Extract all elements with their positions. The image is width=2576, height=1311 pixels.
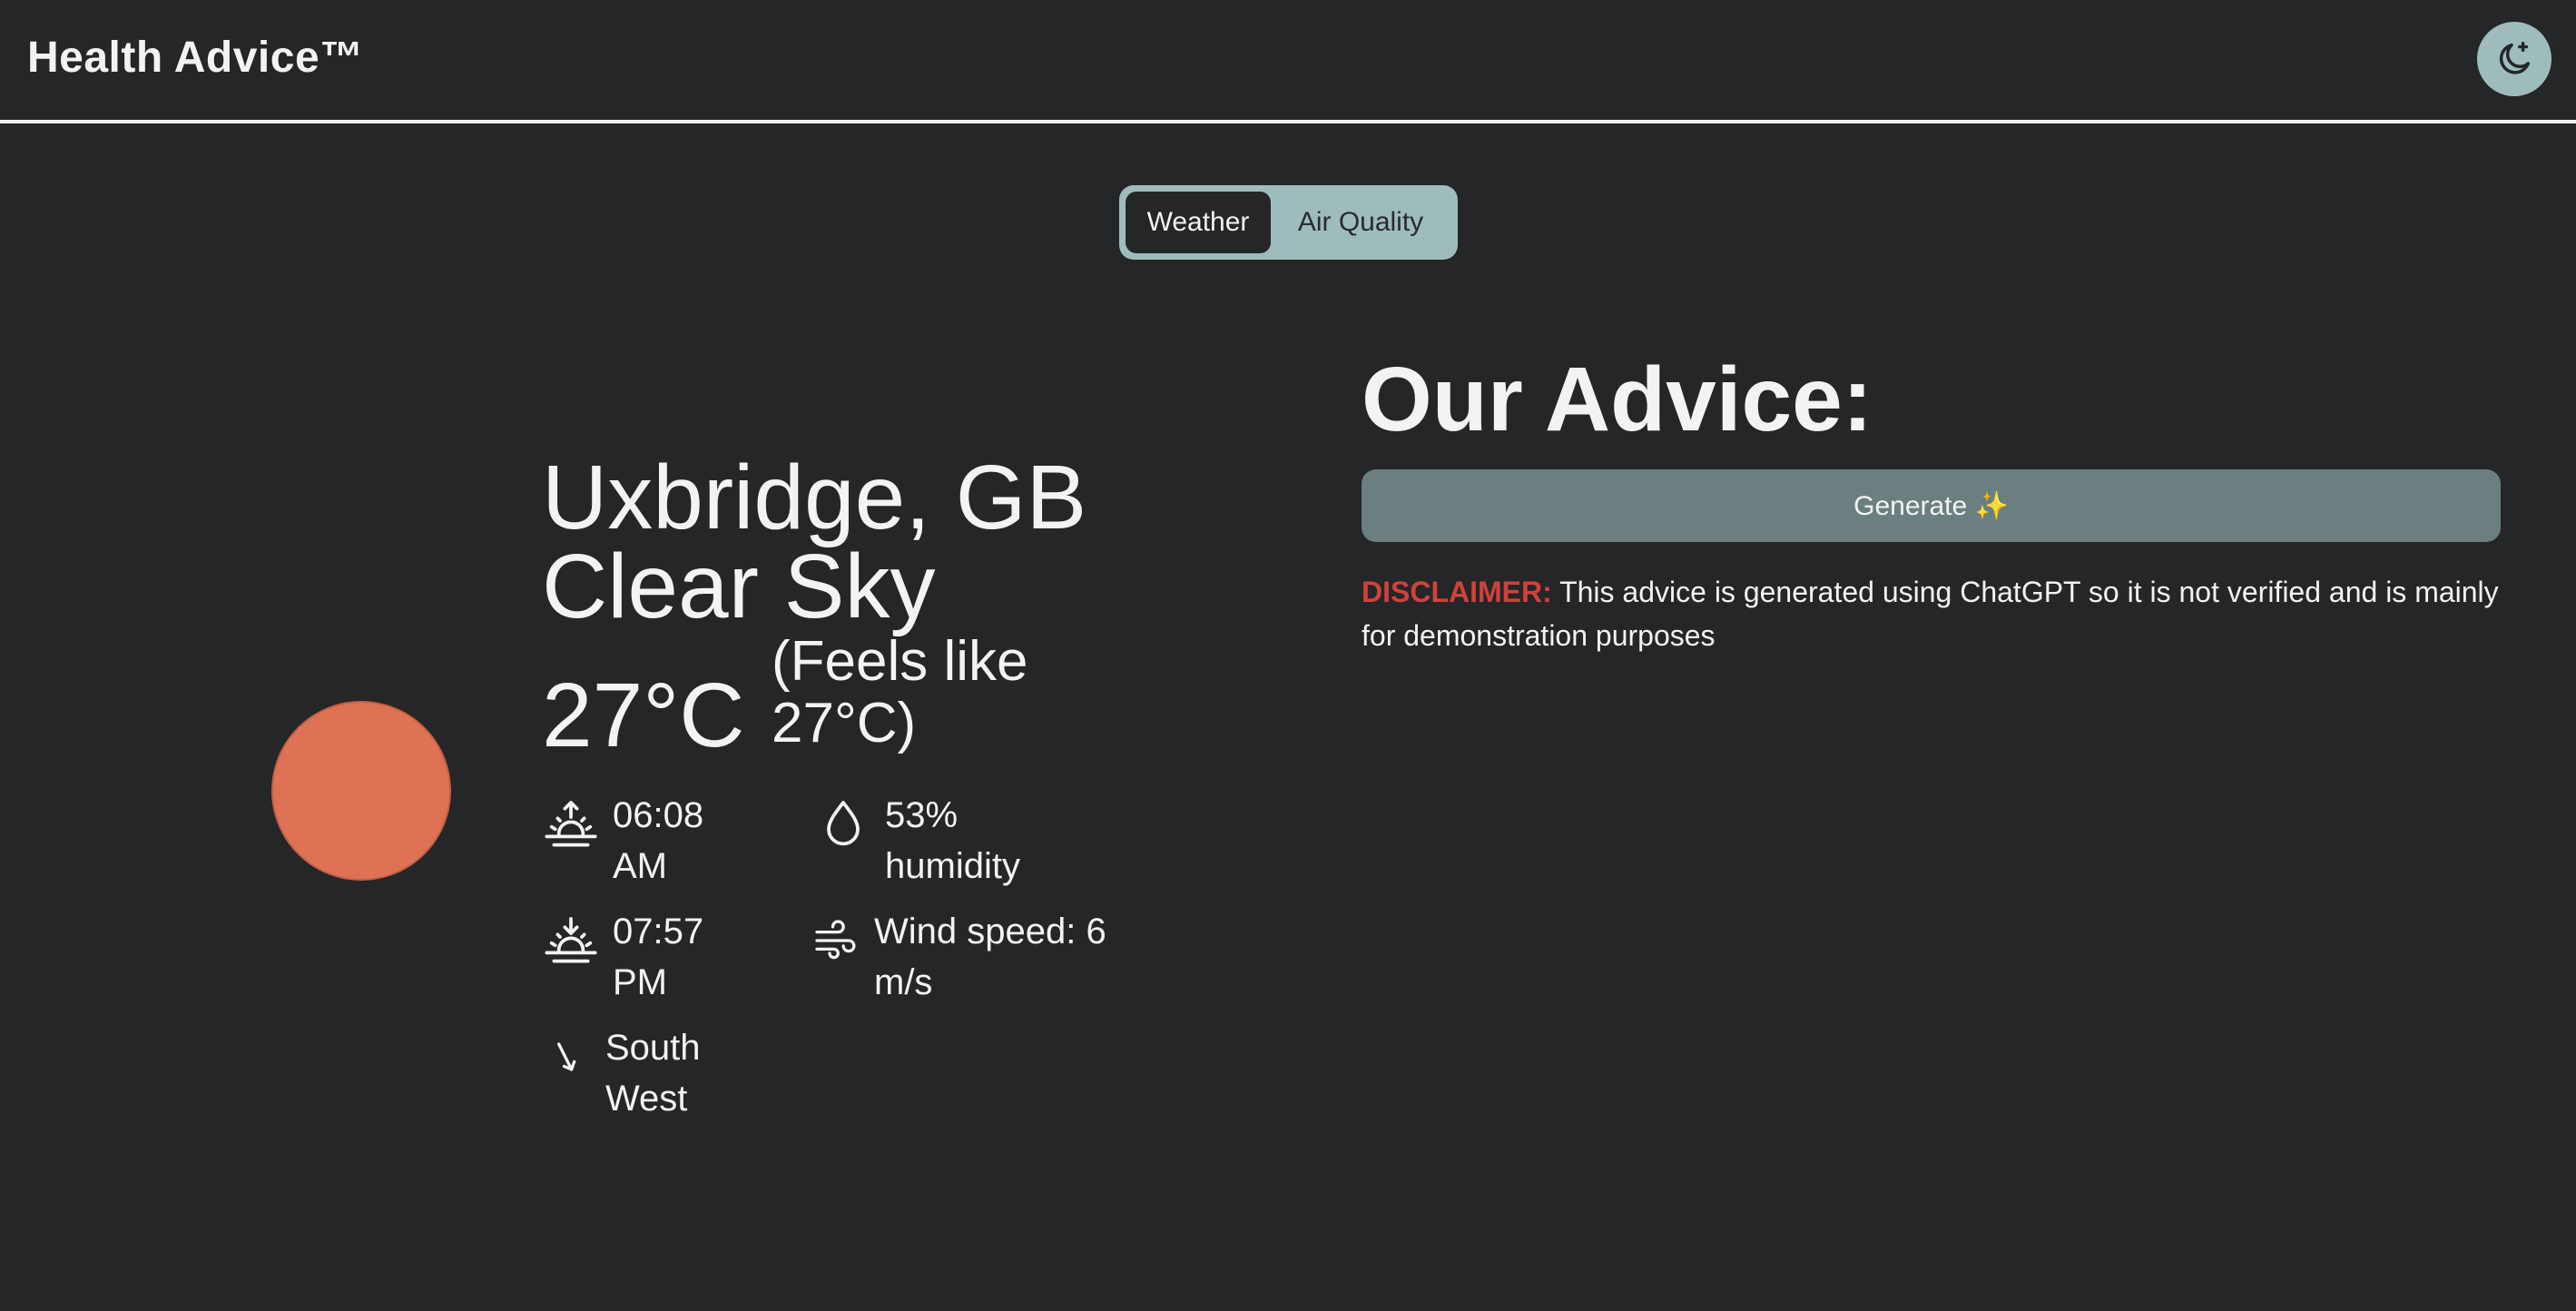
wind-direction-stat: South West bbox=[542, 1022, 742, 1124]
advice-heading: Our Advice: bbox=[1362, 349, 1873, 450]
wind-speed-stat: Wind speed: 6 m/s bbox=[811, 906, 1119, 1008]
disclaimer-text: DISCLAIMER: This advice is generated usi… bbox=[1362, 570, 2501, 657]
sunset-icon bbox=[545, 917, 597, 963]
weather-condition: Clear Sky bbox=[542, 536, 936, 637]
brand-title: Health Advice™ bbox=[27, 34, 364, 82]
wind-icon bbox=[815, 920, 856, 960]
tab-air-quality[interactable]: Air Quality bbox=[1274, 192, 1447, 253]
generate-button[interactable]: Generate ✨ bbox=[1362, 469, 2501, 542]
moon-icon bbox=[2499, 42, 2531, 74]
droplet-icon bbox=[827, 801, 860, 846]
wind-direction-value: South West bbox=[605, 1028, 701, 1119]
sunset-time: 07:57 PM bbox=[613, 912, 704, 1002]
feels-like: (Feels like 27°C) bbox=[772, 630, 1028, 754]
view-tabs: Weather Air Quality bbox=[1119, 185, 1458, 260]
arrow-down-right-icon bbox=[557, 1042, 576, 1071]
sunset-stat: 07:57 PM bbox=[542, 906, 742, 1008]
location-name: Uxbridge, GB bbox=[542, 447, 1087, 548]
top-bar: Health Advice™ bbox=[0, 0, 2576, 123]
sunrise-icon bbox=[545, 801, 597, 847]
tab-weather[interactable]: Weather bbox=[1126, 192, 1271, 253]
disclaimer-label: DISCLAIMER: bbox=[1362, 576, 1552, 608]
wind-speed-value: Wind speed: 6 m/s bbox=[874, 912, 1106, 1002]
sun-icon bbox=[271, 701, 451, 881]
temperature: 27°C bbox=[542, 665, 745, 766]
sunrise-stat: 06:08 AM bbox=[542, 790, 742, 892]
theme-toggle-button[interactable] bbox=[2477, 22, 2551, 96]
humidity-stat: 53% humidity bbox=[814, 790, 1086, 892]
humidity-value: 53% humidity bbox=[885, 795, 1020, 886]
sunrise-time: 06:08 AM bbox=[613, 795, 704, 886]
